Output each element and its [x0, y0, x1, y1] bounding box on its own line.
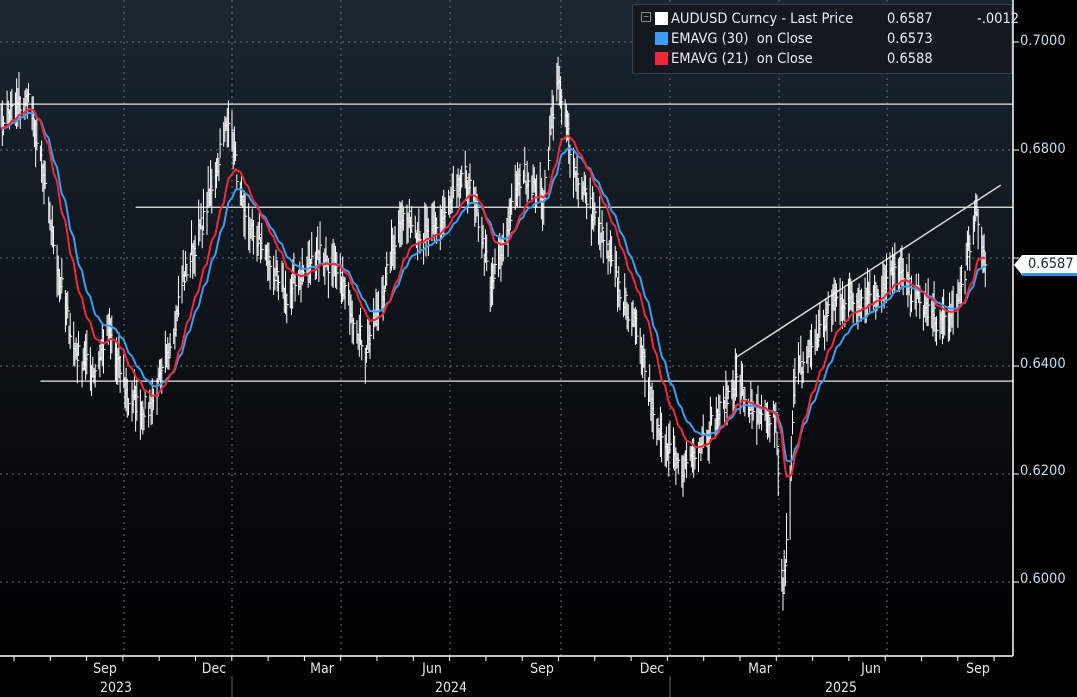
legend-label: EMAVG (21) on Close: [671, 51, 813, 67]
x-month-label: Jun: [422, 661, 442, 677]
legend-change: -.0012: [977, 11, 1020, 27]
collapse-icon[interactable]: −: [641, 12, 651, 22]
legend-item-ema30: EMAVG (30) on Close 0.6573: [655, 29, 933, 49]
y-tick-label: 0.6000: [1020, 571, 1066, 587]
price-chart: [0, 0, 1019, 697]
red-swatch-icon: [655, 52, 668, 65]
white-swatch-icon: [655, 12, 668, 25]
legend-item-price: AUDUSD Curncy - Last Price 0.6587 -.0012: [655, 9, 1019, 29]
legend-value: 0.6588: [887, 51, 933, 67]
legend-label: EMAVG (30) on Close: [671, 31, 813, 47]
x-year-label: 2025: [824, 680, 858, 696]
x-year-label: 2024: [434, 680, 468, 696]
current-price-label: 0.6587: [1014, 255, 1077, 276]
y-tick-label: 0.6400: [1020, 356, 1066, 372]
legend-label: AUDUSD Curncy - Last Price: [671, 11, 854, 27]
x-month-label: Dec: [201, 661, 227, 677]
x-month-label: Sep: [530, 661, 554, 677]
x-year-label: 2023: [99, 680, 133, 696]
x-month-label: Sep: [966, 661, 990, 677]
x-month-label: Mar: [310, 661, 334, 677]
plot-background: [0, 0, 1013, 656]
blue-swatch-icon: [655, 32, 668, 45]
x-month-label: Sep: [93, 661, 117, 677]
y-tick-label: 0.7000: [1020, 33, 1066, 49]
legend-value: 0.6573: [887, 31, 933, 47]
y-tick-label: 0.6200: [1020, 463, 1066, 479]
x-month-label: Mar: [748, 661, 772, 677]
chart-legend: − AUDUSD Curncy - Last Price 0.6587 -.00…: [632, 4, 1019, 74]
x-month-label: Dec: [639, 661, 665, 677]
legend-value: 0.6587: [887, 11, 933, 27]
y-tick-label: 0.6800: [1020, 141, 1066, 157]
x-month-label: Jun: [861, 661, 881, 677]
legend-item-ema21: EMAVG (21) on Close 0.6588: [655, 49, 933, 69]
